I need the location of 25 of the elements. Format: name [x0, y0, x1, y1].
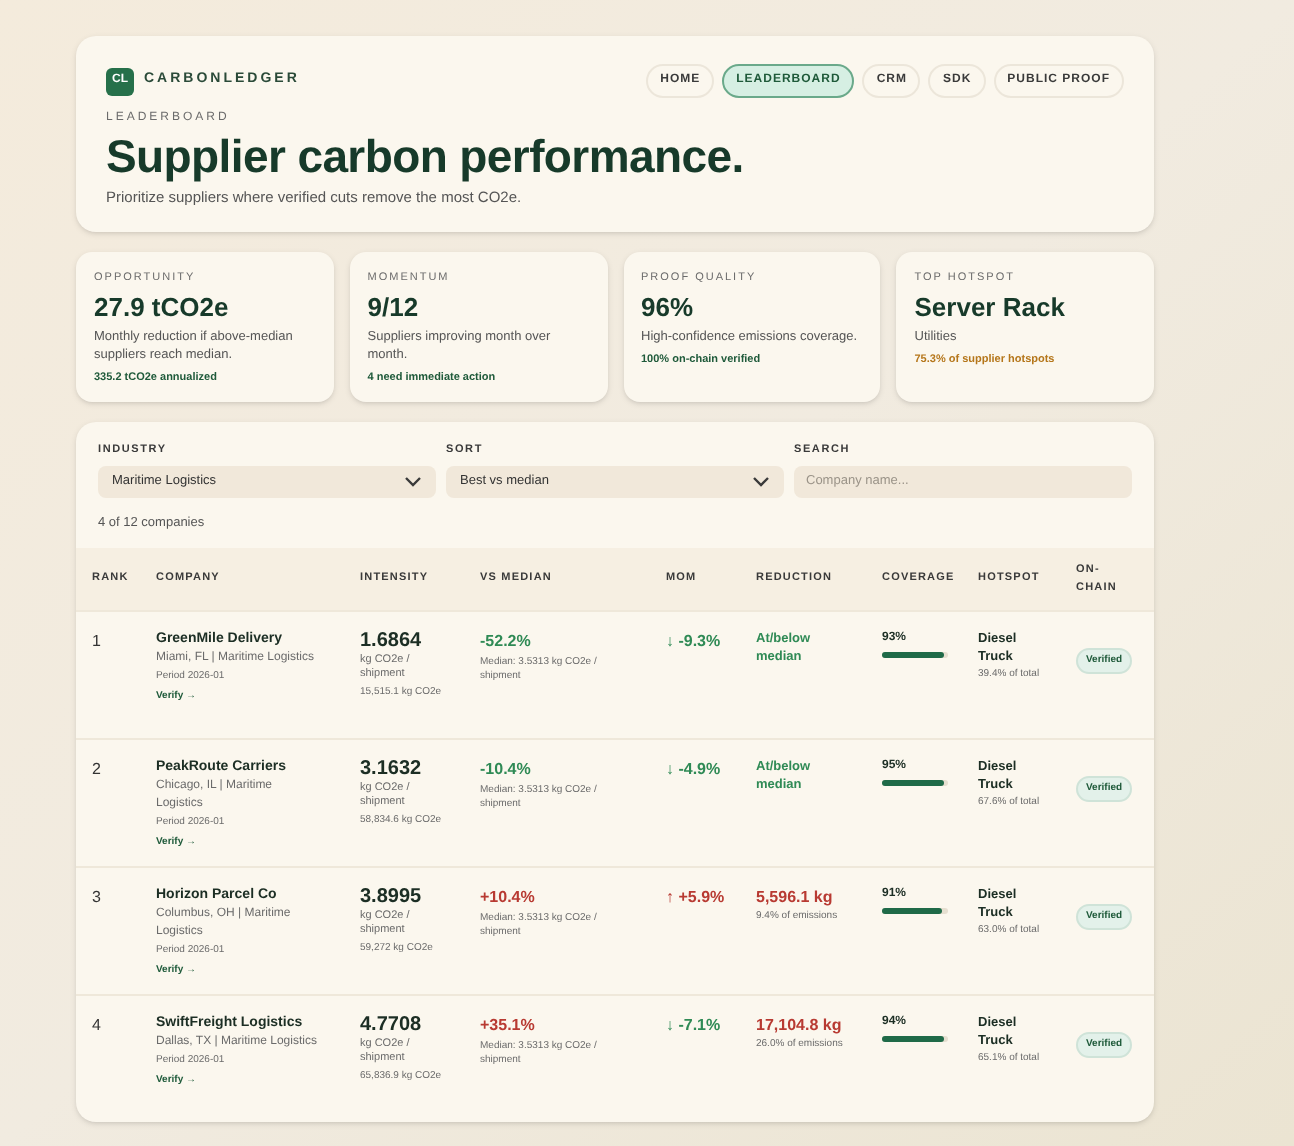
- vs-median-value: -10.4%: [480, 757, 533, 782]
- chevron-down-icon: [752, 475, 770, 487]
- stat-value: Server Rack: [914, 289, 1067, 325]
- reduction-amount: 17,104.8 kg: [756, 1013, 844, 1038]
- mom-change: ↓ -7.1%: [666, 1013, 723, 1038]
- stat-value: 96%: [641, 289, 696, 325]
- reduction-amount: 5,596.1 kg: [756, 885, 835, 910]
- vs-median-value: +35.1%: [480, 1013, 537, 1038]
- vs-median-value: -52.2%: [480, 629, 533, 654]
- mom-change: ↑ +5.9%: [666, 885, 727, 910]
- mom-change: ↓ -9.3%: [666, 629, 723, 654]
- page-title: Supplier carbon performance.: [106, 128, 746, 184]
- intensity-value: 3.1632: [360, 757, 424, 782]
- intensity-value: 3.8995: [360, 885, 424, 910]
- rank-cell-text: 3: [92, 885, 103, 910]
- intensity-value: 1.6864: [360, 629, 424, 654]
- stat-value: 27.9 tCO2e: [94, 289, 231, 325]
- intensity-value: 4.7708: [360, 1013, 424, 1038]
- vs-median-value: +10.4%: [480, 885, 537, 910]
- chevron-down-icon: [404, 475, 422, 487]
- mom-change: ↓ -4.9%: [666, 757, 723, 782]
- stat-value: 9/12: [367, 289, 421, 325]
- rank-cell-text: 2: [92, 757, 103, 782]
- rank-cell-text: 1: [92, 629, 103, 654]
- rank-cell-text: 4: [92, 1013, 103, 1038]
